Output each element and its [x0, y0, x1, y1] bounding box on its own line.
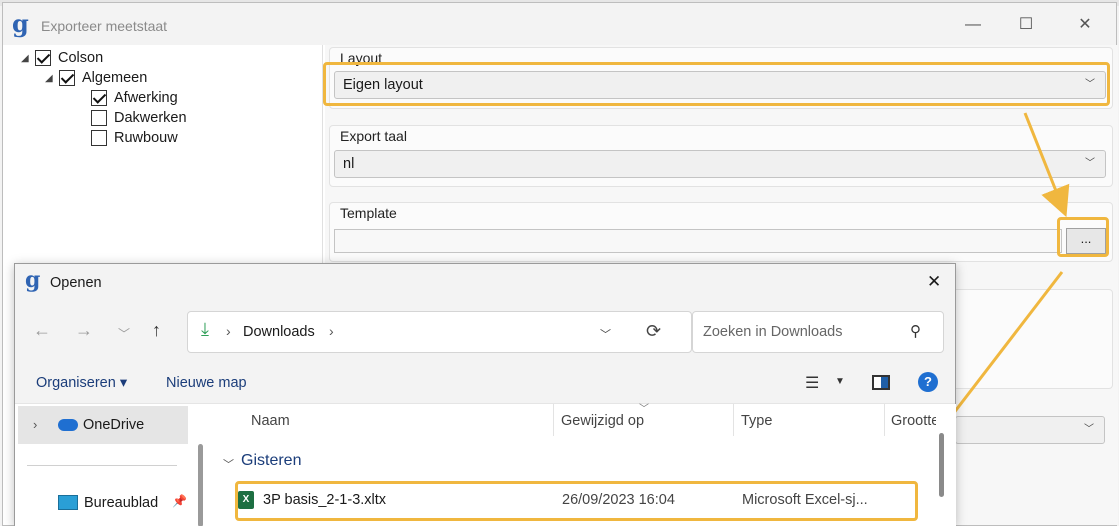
column-separator [884, 404, 885, 436]
search-field[interactable]: Zoeken in Downloads ⚲ [692, 311, 944, 353]
address-bar[interactable]: ⤓ › Downloads › ﹀ ⟳ [187, 311, 692, 353]
address-dropdown-icon[interactable]: ﹀ [600, 326, 611, 342]
open-dialog-titlebar: g Openen ✕ [15, 264, 955, 302]
close-button[interactable]: ✕ [927, 272, 941, 292]
column-size[interactable]: Grootte [891, 413, 936, 429]
help-icon[interactable]: ? [918, 372, 938, 392]
search-icon: ⚲ [910, 323, 921, 340]
command-bar: Organiseren ▾ Nieuwe map ☰ ▼ ? [15, 362, 955, 404]
view-dropdown-icon[interactable]: ▼ [835, 376, 845, 387]
expand-chevron-icon[interactable]: › [33, 417, 37, 432]
column-modified[interactable]: Gewijzigd op [561, 413, 644, 429]
nav-item-desktop[interactable]: Bureaublad 📌 [55, 492, 205, 518]
search-placeholder: Zoeken in Downloads [703, 324, 843, 340]
column-name[interactable]: Naam [251, 413, 290, 429]
download-icon: ⤓ [201, 319, 209, 339]
nav-item-onedrive[interactable]: › OneDrive [18, 406, 188, 444]
pin-icon[interactable]: 📌 [172, 494, 187, 508]
onedrive-cloud-icon [58, 419, 78, 431]
nav-divider [27, 465, 177, 466]
new-folder-button[interactable]: Nieuwe map [166, 375, 247, 391]
preview-pane-icon[interactable] [872, 375, 890, 390]
app-logo-icon: g [25, 267, 41, 293]
recent-chevron-icon[interactable]: ﹀ [118, 325, 130, 342]
open-dialog-title: Openen [50, 275, 102, 291]
nav-scrollbar[interactable] [198, 444, 203, 526]
view-menu-icon[interactable]: ☰ [805, 373, 819, 393]
group-collapse-icon[interactable]: ﹀ [223, 456, 234, 472]
back-arrow-icon[interactable]: ← [33, 320, 51, 341]
column-separator [733, 404, 734, 436]
arrow-to-browse [1023, 112, 1070, 218]
column-type[interactable]: Type [741, 413, 772, 429]
desktop-folder-icon [58, 495, 78, 510]
file-list-scrollbar[interactable] [939, 433, 944, 497]
organize-button[interactable]: Organiseren ▾ [36, 375, 127, 391]
refresh-icon[interactable]: ⟳ [646, 321, 661, 342]
breadcrumb-separator-icon[interactable]: › [329, 323, 334, 339]
file-list: Naam ﹀ Gewijzigd op Type Grootte ﹀ Giste… [211, 404, 956, 526]
breadcrumb-separator-icon: › [226, 323, 231, 339]
group-header[interactable]: Gisteren [241, 452, 301, 470]
up-arrow-icon[interactable]: ↑ [152, 320, 161, 341]
nav-item-label: OneDrive [83, 417, 145, 433]
forward-arrow-icon[interactable]: → [75, 320, 93, 341]
open-file-dialog: g Openen ✕ ← → ﹀ ↑ ⤓ › Downloads › ﹀ ⟳ Z… [14, 263, 956, 526]
highlight-file [235, 481, 918, 521]
navigation-bar: ← → ﹀ ↑ ⤓ › Downloads › ﹀ ⟳ Zoeken in Do… [15, 302, 955, 362]
column-separator [553, 404, 554, 436]
navigation-pane: › OneDrive Bureaublad 📌 [15, 404, 211, 526]
breadcrumb-downloads[interactable]: Downloads [243, 324, 315, 340]
nav-item-label: Bureaublad [84, 495, 159, 511]
